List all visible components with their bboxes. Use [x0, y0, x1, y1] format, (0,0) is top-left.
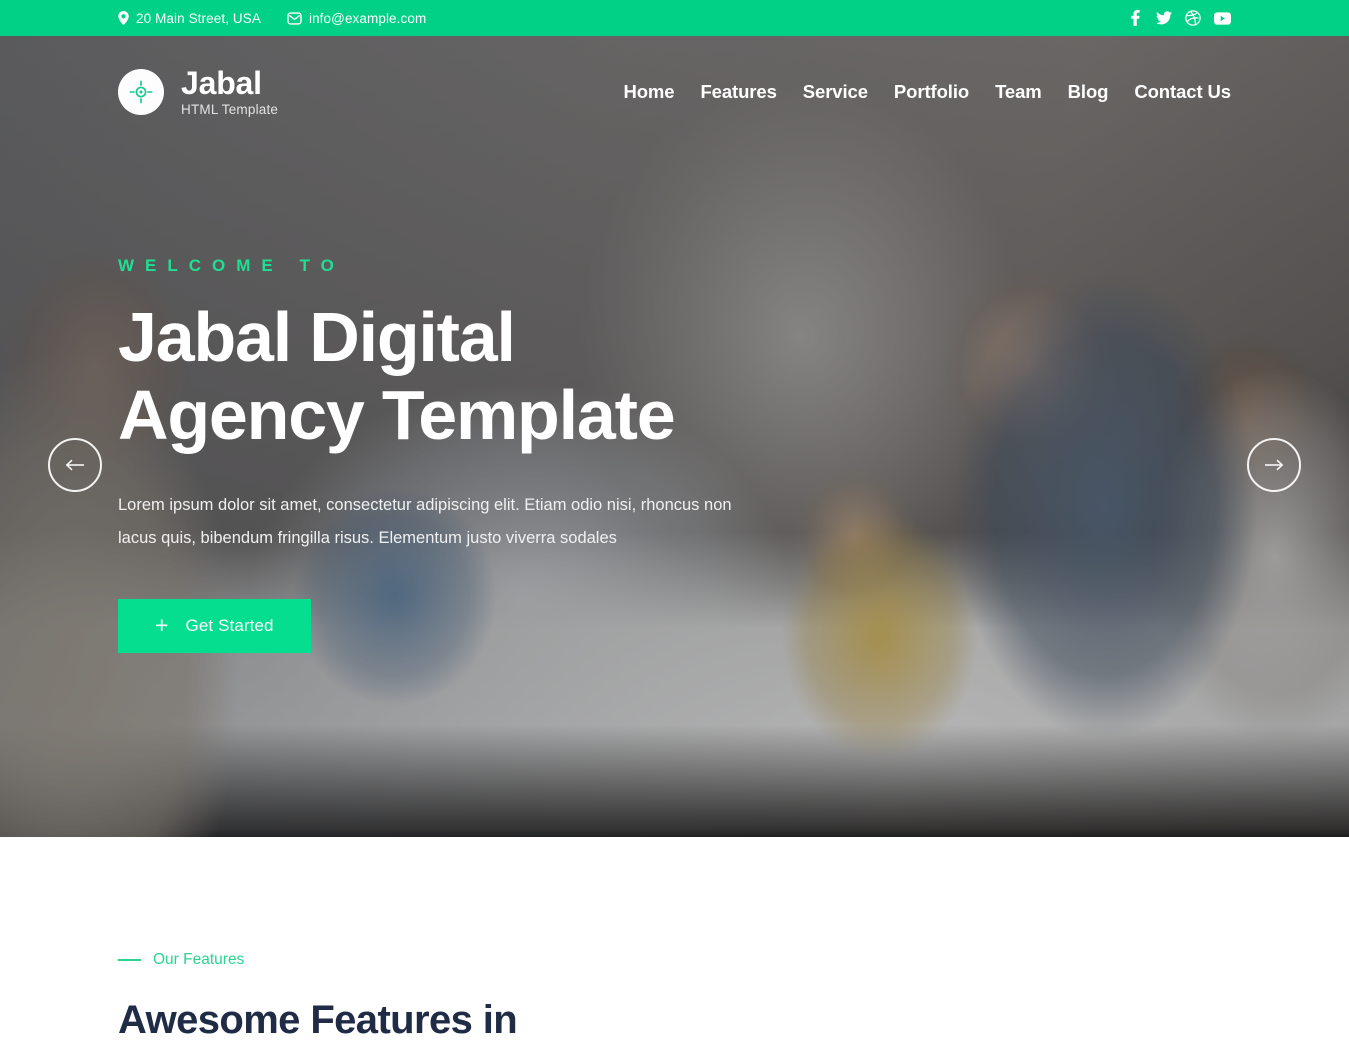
features-section-label: Our Features	[118, 951, 1231, 969]
hero-title: Jabal Digital Agency Template	[118, 298, 676, 455]
nav-item-service[interactable]: Service	[803, 81, 868, 103]
nav-item-features[interactable]: Features	[700, 81, 776, 103]
get-started-button[interactable]: + Get Started	[118, 598, 311, 653]
envelope-icon	[287, 11, 302, 25]
social-links	[1126, 9, 1231, 27]
section-dash-icon	[118, 959, 141, 961]
brand-logo[interactable]: Jabal HTML Template	[118, 67, 278, 117]
nav-item-blog[interactable]: Blog	[1068, 81, 1109, 103]
get-started-label: Get Started	[185, 615, 274, 635]
nav-item-portfolio[interactable]: Portfolio	[894, 81, 969, 103]
carousel-next-button[interactable]	[1247, 438, 1301, 492]
topbar-address: 20 Main Street, USA	[118, 11, 261, 26]
topbar-contact-group: 20 Main Street, USA info@example.com	[118, 11, 426, 26]
twitter-icon[interactable]	[1155, 9, 1173, 27]
youtube-icon[interactable]	[1213, 9, 1231, 27]
arrow-right-icon	[1264, 459, 1284, 471]
carousel-prev-button[interactable]	[48, 438, 102, 492]
brand-name: Jabal	[181, 65, 262, 102]
features-section: Our Features Awesome Features in our Tem…	[0, 837, 1349, 1050]
map-pin-icon	[118, 11, 129, 25]
nav-item-home[interactable]: Home	[623, 81, 674, 103]
topbar-address-text: 20 Main Street, USA	[136, 10, 261, 26]
nav-item-team[interactable]: Team	[995, 81, 1042, 103]
plus-icon: +	[155, 612, 169, 639]
hero-description: Lorem ipsum dolor sit amet, consectetur …	[118, 495, 732, 547]
brand-tagline: HTML Template	[181, 102, 279, 118]
features-section-title: Awesome Features in our Template	[118, 998, 518, 1050]
site-header: Jabal HTML Template Home Features Servic…	[0, 36, 1349, 148]
hero-slider: Jabal HTML Template Home Features Servic…	[0, 36, 1349, 837]
arrow-left-icon	[65, 459, 85, 471]
facebook-icon[interactable]	[1126, 9, 1144, 27]
dribbble-icon[interactable]	[1184, 9, 1202, 27]
hero-eyebrow: WELCOME TO	[118, 256, 345, 275]
main-navigation: Home Features Service Portfolio Team Blo…	[623, 81, 1231, 103]
topbar-email-text: info@example.com	[308, 10, 427, 26]
hero-content: WELCOME TO Jabal Digital Agency Template…	[0, 256, 860, 653]
topbar-email[interactable]: info@example.com	[287, 11, 426, 26]
top-contact-bar: 20 Main Street, USA info@example.com	[0, 0, 1349, 36]
features-label-text: Our Features	[153, 951, 245, 968]
crosshair-target-icon	[118, 69, 164, 115]
nav-item-contact-us[interactable]: Contact Us	[1134, 81, 1231, 103]
